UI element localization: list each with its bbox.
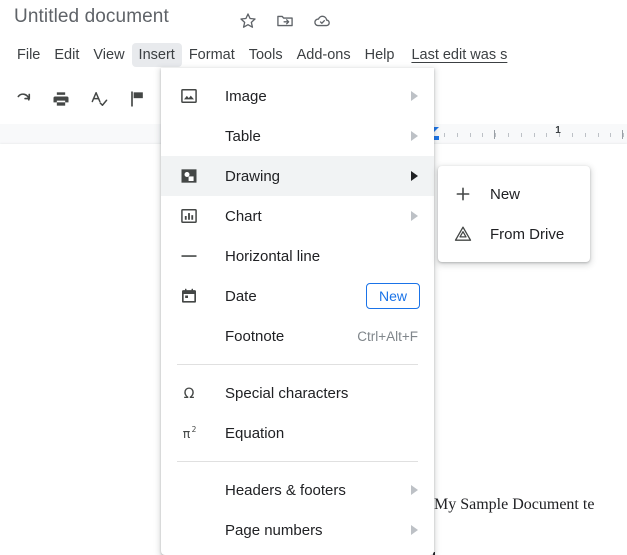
- print-button[interactable]: [46, 84, 76, 114]
- insert-menu-item-horizontal-line[interactable]: Horizontal line: [161, 236, 434, 276]
- insert-menu-item-label: Equation: [225, 424, 285, 442]
- drawing-submenu-item-from-drive[interactable]: From Drive: [438, 214, 590, 254]
- insert-menu-item-image[interactable]: Image: [161, 76, 434, 116]
- drawing-icon: [177, 164, 201, 188]
- insert-menu-item-chart[interactable]: Chart: [161, 196, 434, 236]
- date-icon: [177, 284, 201, 308]
- insert-menu-item-label: Drawing: [225, 167, 281, 185]
- chevron-right-icon: [411, 171, 418, 181]
- insert-menu-item-headers-footers[interactable]: Headers & footers: [161, 470, 434, 510]
- insert-menu-item-date[interactable]: Date New: [161, 276, 434, 316]
- cloud-saved-icon[interactable]: [312, 11, 332, 31]
- redo-button[interactable]: [8, 84, 38, 114]
- ruler-tick: [470, 133, 471, 137]
- insert-menu-item-equation[interactable]: π 2 Equation: [161, 413, 434, 453]
- last-edit-link[interactable]: Last edit was s: [411, 47, 507, 63]
- ruler-tick: [508, 133, 509, 137]
- menu-format[interactable]: Format: [182, 43, 242, 67]
- menu-bar: File Edit View Insert Format Tools Add-o…: [0, 42, 507, 68]
- svg-text:π: π: [183, 426, 191, 441]
- equation-icon: π2: [177, 421, 201, 445]
- ruler-tick: [585, 133, 586, 137]
- menu-view[interactable]: View: [86, 43, 131, 67]
- ruler-tick-major: [622, 130, 623, 139]
- ruler-tick: [610, 133, 611, 137]
- menu-separator: [177, 461, 418, 462]
- ruler-number: 1: [555, 125, 561, 136]
- insert-menu-item-page-numbers[interactable]: Page numbers: [161, 510, 434, 550]
- ruler-tick: [546, 133, 547, 137]
- new-badge: New: [365, 283, 420, 309]
- no-icon-placeholder: [177, 324, 201, 348]
- paint-format-button[interactable]: [122, 84, 152, 114]
- google-docs-window: Untitled document File Edit View Insert …: [0, 0, 627, 555]
- chevron-right-icon: [411, 485, 418, 495]
- ruler-tick: [495, 133, 496, 137]
- no-icon-placeholder: [177, 478, 201, 502]
- move-to-folder-icon[interactable]: [275, 11, 295, 31]
- plus-icon: [452, 183, 474, 205]
- insert-menu-item-label: Page numbers: [225, 521, 323, 539]
- drawing-submenu-item-label: New: [490, 185, 521, 203]
- chevron-right-icon: [411, 131, 418, 141]
- insert-menu-item-label: Special characters: [225, 384, 349, 402]
- keyboard-shortcut: Ctrl+Alt+F: [357, 328, 418, 344]
- insert-menu-item-special-characters[interactable]: Ω Special characters: [161, 373, 434, 413]
- insert-menu-item-drawing[interactable]: Drawing: [161, 156, 434, 196]
- drawing-submenu-item-label: From Drive: [490, 225, 565, 243]
- menu-help[interactable]: Help: [358, 43, 402, 67]
- chart-icon: [177, 204, 201, 228]
- no-icon-placeholder: [177, 518, 201, 542]
- drawing-submenu-item-new[interactable]: New: [438, 174, 590, 214]
- menu-tools[interactable]: Tools: [242, 43, 290, 67]
- insert-menu-item-table[interactable]: Table: [161, 116, 434, 156]
- ruler-tick: [572, 133, 573, 137]
- insert-menu-item-label: Chart: [225, 207, 262, 225]
- ruler-tick: [534, 133, 535, 137]
- document-title[interactable]: Untitled document: [14, 6, 169, 28]
- ruler-tick: [482, 133, 483, 137]
- ruler-tick-major: [494, 130, 495, 139]
- insert-menu-item-label: Image: [225, 87, 267, 105]
- menu-file[interactable]: File: [10, 43, 47, 67]
- insert-menu-item-label: Headers & footers: [225, 481, 346, 499]
- insert-dropdown-menu[interactable]: Image Table Drawing Chart Horizontal line Dat…: [161, 68, 434, 555]
- menu-edit[interactable]: Edit: [47, 43, 86, 67]
- chevron-right-icon: [411, 211, 418, 221]
- insert-menu-item-label: Table: [225, 127, 261, 145]
- horizontal-line-icon: [177, 244, 201, 268]
- star-icon[interactable]: [238, 11, 258, 31]
- chevron-right-icon: [411, 525, 418, 535]
- image-icon: [177, 84, 201, 108]
- title-bar: Untitled document: [0, 0, 627, 40]
- insert-menu-item-label: Footnote: [225, 327, 285, 345]
- insert-menu-item-label: Horizontal line: [225, 247, 321, 265]
- svg-text:2: 2: [192, 425, 197, 434]
- insert-menu-item-footnote[interactable]: Footnote Ctrl+Alt+F: [161, 316, 434, 356]
- ruler-tick: [457, 133, 458, 137]
- svg-text:Ω: Ω: [184, 386, 195, 402]
- ruler-tick: [623, 133, 624, 137]
- chevron-right-icon: [411, 91, 418, 101]
- menu-insert[interactable]: Insert: [131, 43, 182, 67]
- omega-icon: Ω: [177, 381, 201, 405]
- ruler-tick: [521, 133, 522, 137]
- title-action-icons: [238, 11, 332, 31]
- no-icon-placeholder: [177, 124, 201, 148]
- ruler-tick: [598, 133, 599, 137]
- menu-separator: [177, 364, 418, 365]
- drive-icon: [452, 223, 474, 245]
- drawing-submenu[interactable]: New From Drive: [438, 166, 590, 262]
- menu-add-ons[interactable]: Add-ons: [290, 43, 358, 67]
- document-body-text[interactable]: My Sample Document te: [434, 496, 594, 514]
- spelling-check-button[interactable]: [84, 84, 114, 114]
- insert-menu-item-label: Date: [225, 287, 257, 305]
- ruler-tick: [444, 133, 445, 137]
